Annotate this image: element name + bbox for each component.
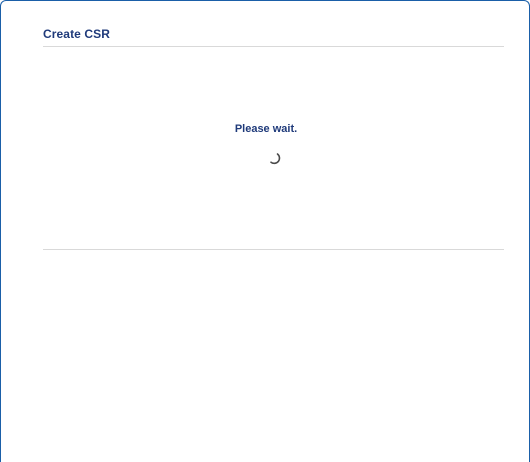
title-divider bbox=[43, 46, 504, 47]
create-csr-panel: Create CSR Please wait. bbox=[0, 0, 530, 462]
page-title: Create CSR bbox=[43, 27, 111, 41]
content-divider bbox=[43, 249, 504, 250]
loading-spinner-icon bbox=[267, 151, 281, 165]
status-message: Please wait. bbox=[234, 123, 298, 135]
